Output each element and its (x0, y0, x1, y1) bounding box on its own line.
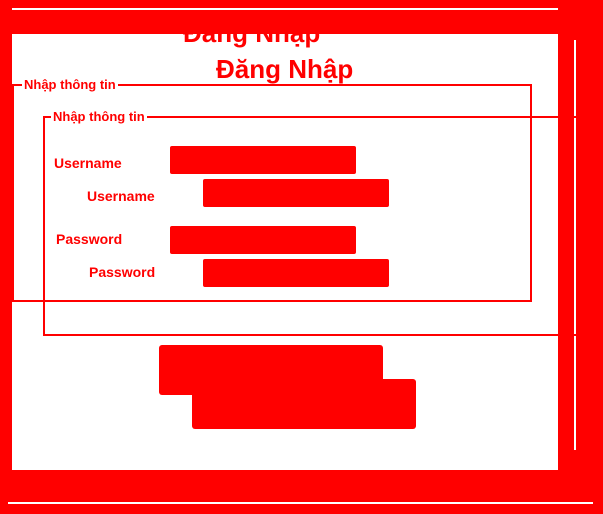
login-button-ghost[interactable] (192, 379, 416, 429)
info-groupbox-legend-ghost: Nhập thông tin (51, 109, 147, 124)
info-groupbox-legend: Nhập thông tin (22, 77, 118, 92)
username-input[interactable] (170, 146, 356, 174)
window-left-border (0, 0, 12, 514)
password-input-ghost[interactable] (203, 259, 389, 287)
password-input[interactable] (170, 226, 356, 254)
form-title-ghost: Đăng Nhập (183, 18, 321, 48)
title-bar-divider (8, 8, 593, 10)
password-label-ghost: Password (89, 264, 156, 280)
username-input-ghost[interactable] (203, 179, 389, 207)
bottom-border-divider (8, 502, 593, 504)
form-title: Đăng Nhập (216, 54, 354, 84)
username-label-ghost: Username (87, 188, 155, 204)
password-label: Password (56, 231, 123, 247)
username-label: Username (54, 155, 122, 171)
window-bottom-border (0, 470, 603, 514)
